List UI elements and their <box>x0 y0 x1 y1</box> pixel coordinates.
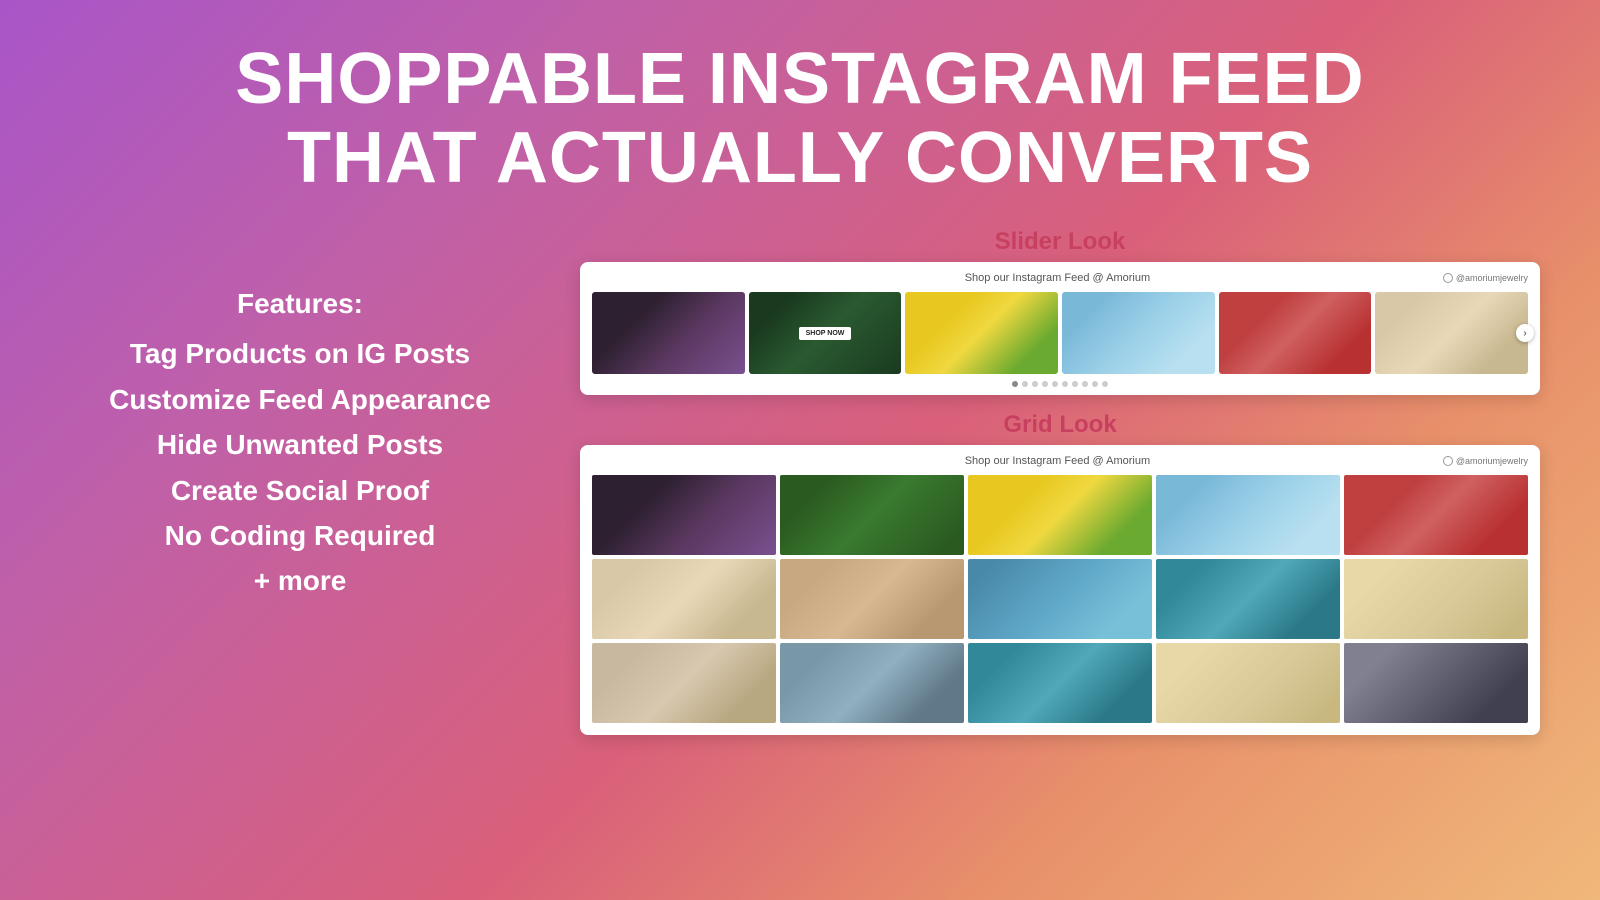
grid-img-14 <box>1156 643 1340 723</box>
slider-img-2: SHOP NOW <box>749 292 902 374</box>
slider-header: Shop our Instagram Feed @ Amorium @amori… <box>592 272 1528 284</box>
slider-title: Shop our Instagram Feed @ Amorium <box>672 272 1443 284</box>
feature-item-1: Tag Products on IG Posts <box>109 332 491 375</box>
dot-3[interactable] <box>1032 381 1038 387</box>
shop-now-button[interactable]: SHOP NOW <box>799 327 852 340</box>
grid-img-4 <box>1156 475 1340 555</box>
grid-title: Shop our Instagram Feed @ Amorium <box>672 455 1443 467</box>
previews-section: Slider Look Shop our Instagram Feed @ Am… <box>580 228 1540 735</box>
dot-2[interactable] <box>1022 381 1028 387</box>
slider-img-3 <box>905 292 1058 374</box>
features-section: Features: Tag Products on IG Posts Custo… <box>60 228 540 604</box>
grid-preview-block: Grid Look Shop our Instagram Feed @ Amor… <box>580 411 1540 735</box>
grid-handle: @amoriumjewelry <box>1443 456 1528 466</box>
grid-img-2 <box>780 475 964 555</box>
grid-images <box>592 475 1528 723</box>
grid-card: Shop our Instagram Feed @ Amorium @amori… <box>580 445 1540 735</box>
grid-handle-icon <box>1443 456 1453 466</box>
slider-img-1 <box>592 292 745 374</box>
headline-line2: THAT ACTUALLY CONVERTS <box>287 118 1313 198</box>
dot-10[interactable] <box>1102 381 1108 387</box>
slider-card: Shop our Instagram Feed @ Amorium @amori… <box>580 262 1540 395</box>
handle-icon <box>1443 273 1453 283</box>
grid-img-12 <box>780 643 964 723</box>
headline-line1: SHOPPABLE INSTAGRAM FEED <box>235 39 1364 119</box>
grid-img-5 <box>1344 475 1528 555</box>
slider-preview-block: Slider Look Shop our Instagram Feed @ Am… <box>580 228 1540 395</box>
grid-label: Grid Look <box>1003 411 1116 439</box>
grid-img-1 <box>592 475 776 555</box>
dot-7[interactable] <box>1072 381 1078 387</box>
grid-img-15 <box>1344 643 1528 723</box>
grid-img-11 <box>592 643 776 723</box>
slider-img-4 <box>1062 292 1215 374</box>
grid-img-6 <box>592 559 776 639</box>
grid-header: Shop our Instagram Feed @ Amorium @amori… <box>592 455 1528 467</box>
slider-next-button[interactable]: › <box>1516 324 1534 342</box>
dot-8[interactable] <box>1082 381 1088 387</box>
grid-img-10 <box>1344 559 1528 639</box>
dot-9[interactable] <box>1092 381 1098 387</box>
grid-img-9 <box>1156 559 1340 639</box>
page-container: SHOPPABLE INSTAGRAM FEED THAT ACTUALLY C… <box>0 0 1600 900</box>
grid-img-13 <box>968 643 1152 723</box>
feature-item-4: Create Social Proof <box>109 469 491 512</box>
feature-item-2: Customize Feed Appearance <box>109 378 491 421</box>
feature-item-3: Hide Unwanted Posts <box>109 423 491 466</box>
slider-img-6 <box>1375 292 1528 374</box>
dot-5[interactable] <box>1052 381 1058 387</box>
grid-img-8 <box>968 559 1152 639</box>
slider-label: Slider Look <box>995 228 1126 256</box>
slider-dots <box>592 381 1528 387</box>
features-label: Features: <box>237 288 363 320</box>
slider-img-5 <box>1219 292 1372 374</box>
slider-handle: @amoriumjewelry <box>1443 273 1528 283</box>
dot-6[interactable] <box>1062 381 1068 387</box>
grid-img-3 <box>968 475 1152 555</box>
feature-item-6: + more <box>109 559 491 602</box>
dot-1[interactable] <box>1012 381 1018 387</box>
grid-img-7 <box>780 559 964 639</box>
features-list: Tag Products on IG Posts Customize Feed … <box>109 332 491 604</box>
dot-4[interactable] <box>1042 381 1048 387</box>
main-headline: SHOPPABLE INSTAGRAM FEED THAT ACTUALLY C… <box>60 40 1540 198</box>
feature-item-5: No Coding Required <box>109 514 491 557</box>
slider-images-row: SHOP NOW <box>592 292 1528 374</box>
content-row: Features: Tag Products on IG Posts Custo… <box>60 228 1540 870</box>
